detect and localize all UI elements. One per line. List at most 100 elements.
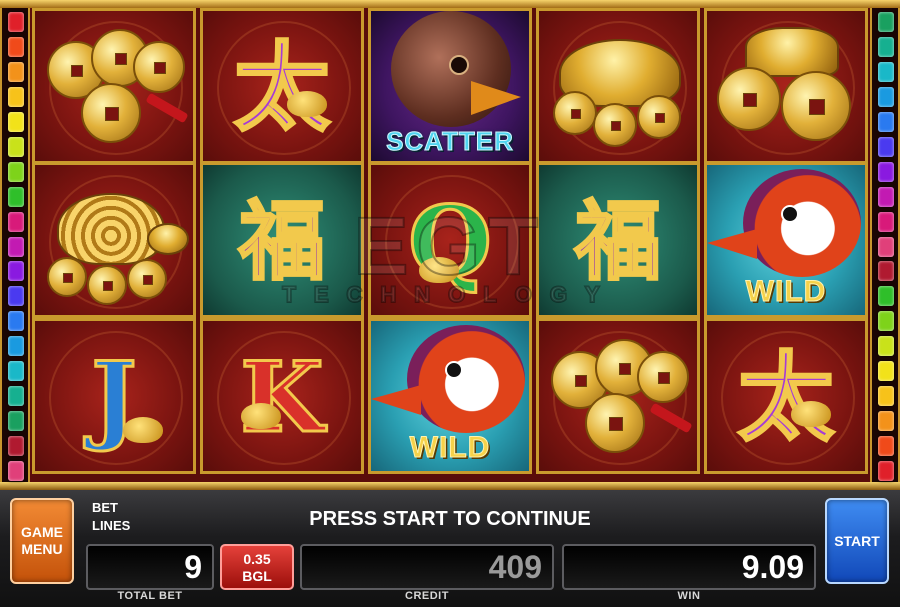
symbol-coins <box>32 8 196 164</box>
symbol-scatter: SCATTER <box>368 8 532 164</box>
game-menu-button[interactable]: GAME MENU <box>10 498 74 584</box>
start-button[interactable]: START <box>825 498 889 584</box>
payline-lamp-right-7 <box>878 161 894 182</box>
coin-icon <box>47 257 87 297</box>
payline-lamp-right-16 <box>878 386 894 407</box>
payline-lamp-right-13 <box>878 311 894 332</box>
payline-lamp-left-11 <box>8 261 24 282</box>
game-menu-label: GAME MENU <box>21 524 63 557</box>
coin-icon <box>81 83 141 143</box>
payline-lamp-right-9 <box>878 211 894 232</box>
status-message: PRESS START TO CONTINUE <box>309 508 591 530</box>
symbol-q: Q <box>368 162 532 318</box>
bet-label: BET <box>92 500 118 515</box>
symbol-fu: 福 <box>200 162 364 318</box>
payline-lamp-right-11 <box>878 261 894 282</box>
reel-area: 太 SCATTER 福 Q 福 WILD J K WILD 太 <box>0 0 900 490</box>
coin-icon <box>717 67 781 131</box>
gold-duck-icon <box>241 403 281 429</box>
fu-glyph: 福 <box>574 190 663 294</box>
slot-game: 太 SCATTER 福 Q 福 WILD J K WILD 太 GAME MEN… <box>0 0 900 607</box>
payline-lamp-left-10 <box>8 236 24 257</box>
denomination-value: 0.35 <box>243 551 271 567</box>
coin-icon <box>637 95 681 139</box>
payline-lamp-left-19 <box>8 461 24 482</box>
coin-icon <box>133 41 185 93</box>
total-bet-display: 9 <box>86 544 214 590</box>
payline-lamp-left-13 <box>8 311 24 332</box>
coin-icon <box>87 265 127 305</box>
payline-lamp-right-3 <box>878 61 894 82</box>
duck-beak-icon <box>371 385 421 415</box>
golden-turtle-icon <box>57 193 165 265</box>
gold-duck-icon <box>123 417 163 443</box>
payline-lamp-left-16 <box>8 386 24 407</box>
control-panel: GAME MENU BET LINES PRESS START TO CONTI… <box>0 490 900 607</box>
payline-lamp-left-8 <box>8 186 24 207</box>
payline-indicators-right <box>870 8 900 482</box>
payline-lamp-left-18 <box>8 436 24 457</box>
symbol-toad <box>536 8 700 164</box>
duck-eye-icon <box>449 55 469 75</box>
coin-icon <box>593 103 637 147</box>
tai-glyph: 太 <box>737 341 836 454</box>
payline-lamp-right-4 <box>878 86 894 107</box>
wild-label: WILD <box>745 275 827 309</box>
payline-lamp-right-2 <box>878 36 894 57</box>
payline-lamp-right-1 <box>878 12 894 32</box>
payline-lamp-right-19 <box>878 461 894 482</box>
symbol-ingots <box>704 8 868 164</box>
payline-lamp-right-10 <box>878 236 894 257</box>
denomination-button[interactable]: 0.35 BGL <box>220 544 294 590</box>
payline-lamp-right-15 <box>878 361 894 382</box>
symbol-coins <box>536 318 700 474</box>
frame-top <box>0 0 900 8</box>
total-bet-caption: TOTAL BET <box>117 590 183 602</box>
payline-lamp-right-8 <box>878 186 894 207</box>
start-label: START <box>834 532 880 549</box>
payline-lamp-right-6 <box>878 136 894 157</box>
win-caption: WIN <box>677 590 701 602</box>
payline-lamp-left-5 <box>8 111 24 132</box>
symbol-turtle <box>32 162 196 318</box>
symbol-wild: WILD <box>368 318 532 474</box>
coin-icon <box>585 393 645 453</box>
turtle-head-icon <box>147 223 189 255</box>
payline-lamp-right-5 <box>878 111 894 132</box>
scatter-label: SCATTER <box>386 126 514 157</box>
lines-label: LINES <box>92 518 131 533</box>
credit-display: 409 <box>300 544 554 590</box>
tai-glyph: 太 <box>233 31 332 144</box>
gold-duck-icon <box>287 91 327 117</box>
payline-lamp-left-7 <box>8 161 24 182</box>
duck-eye-icon <box>781 205 799 223</box>
payline-indicators-left <box>0 8 30 482</box>
j-glyph: J <box>90 341 138 454</box>
payline-lamp-left-3 <box>8 61 24 82</box>
win-display: 9.09 <box>562 544 816 590</box>
gold-duck-icon <box>791 401 831 427</box>
payline-lamp-left-12 <box>8 286 24 307</box>
payline-lamp-left-2 <box>8 36 24 57</box>
gold-duck-icon <box>419 257 459 283</box>
symbol-tai: 太 <box>704 318 868 474</box>
coin-icon <box>127 259 167 299</box>
payline-lamp-left-1 <box>8 12 24 32</box>
duck-beak-icon <box>471 81 521 115</box>
payline-lamp-left-6 <box>8 136 24 157</box>
symbol-j: J <box>32 318 196 474</box>
payline-lamp-right-18 <box>878 436 894 457</box>
payline-lamp-left-9 <box>8 211 24 232</box>
symbol-fu: 福 <box>536 162 700 318</box>
total-bet-value: 9 <box>184 549 202 585</box>
payline-lamp-right-12 <box>878 286 894 307</box>
coin-icon <box>637 351 689 403</box>
win-value: 9.09 <box>741 549 804 585</box>
duck-eye-icon <box>445 361 463 379</box>
symbol-tai: 太 <box>200 8 364 164</box>
payline-lamp-left-15 <box>8 361 24 382</box>
duck-beak-icon <box>707 229 757 259</box>
credit-value: 409 <box>488 549 542 585</box>
coin-icon <box>781 71 851 141</box>
symbol-wild: WILD <box>704 162 868 318</box>
